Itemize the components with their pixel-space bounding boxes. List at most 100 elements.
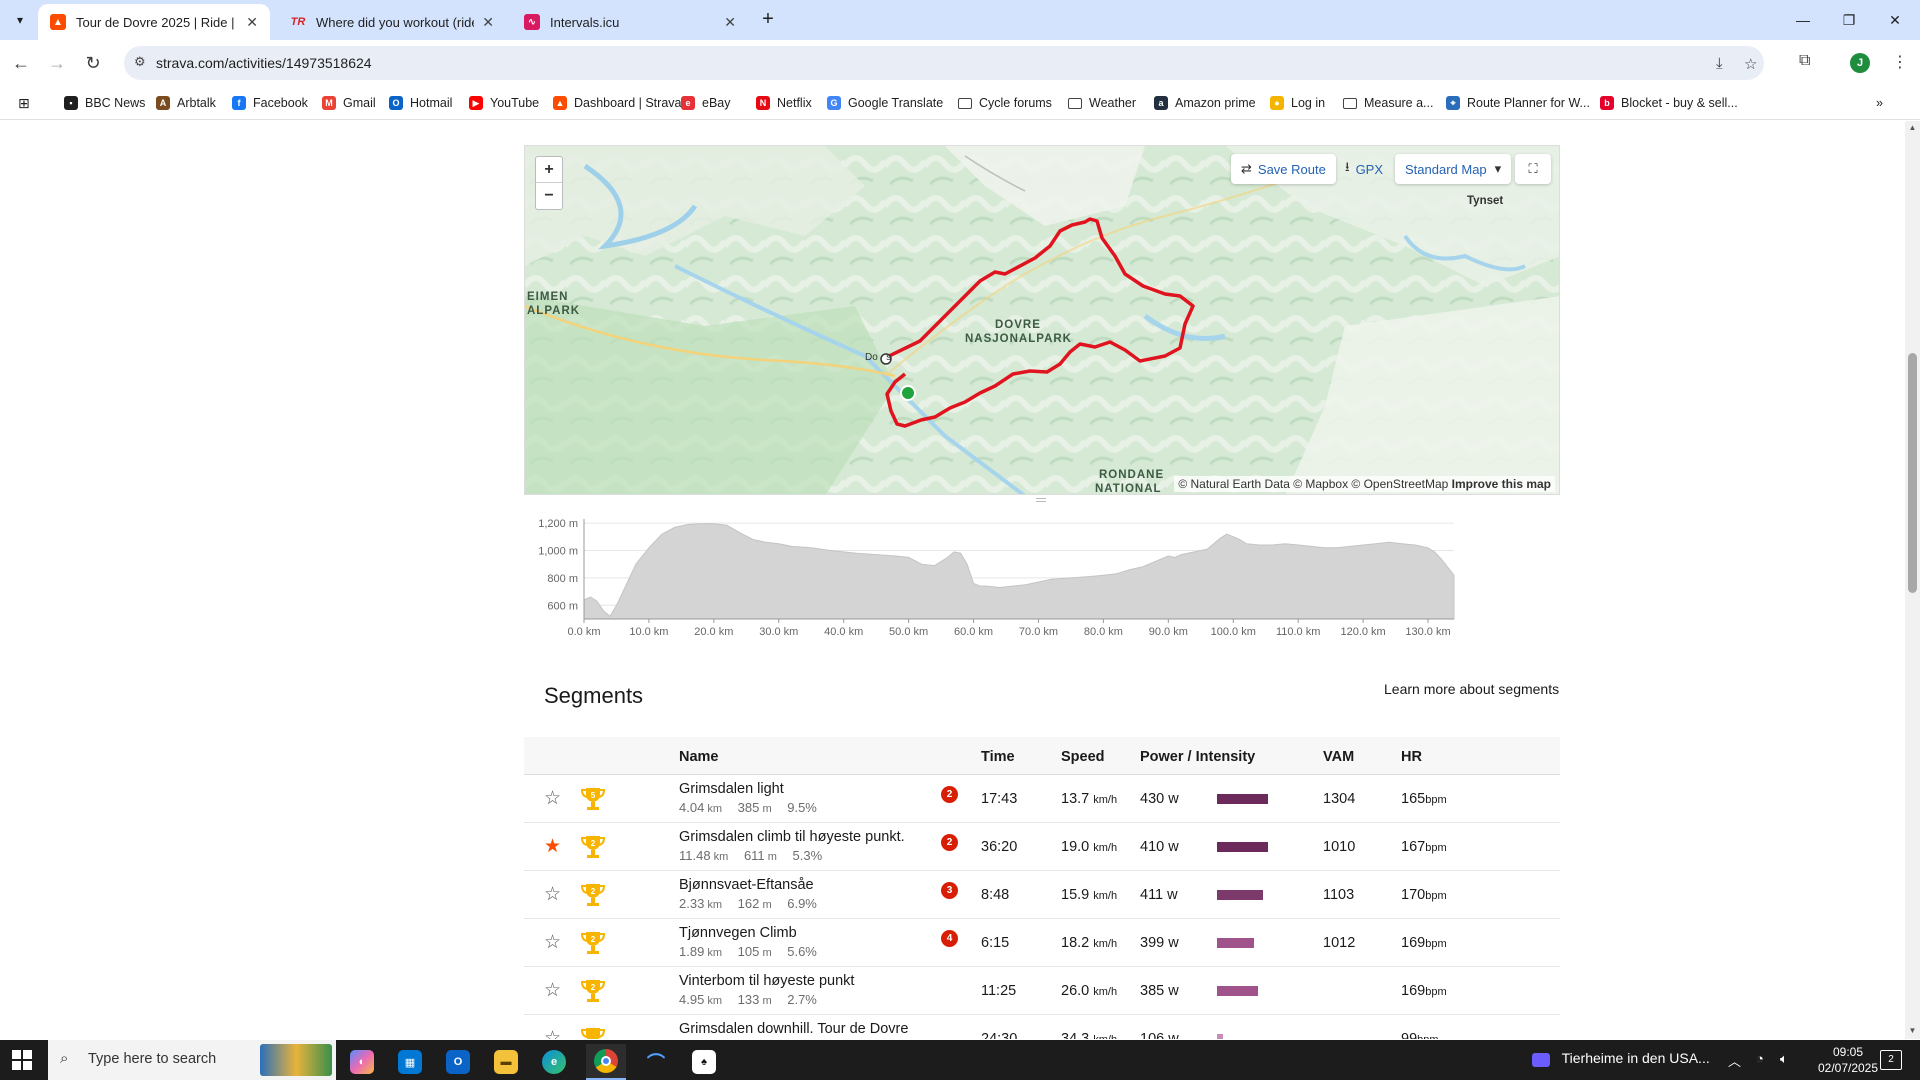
bookmark-item[interactable]: G Google Translate bbox=[827, 93, 943, 113]
header-hr[interactable]: HR bbox=[1401, 749, 1422, 765]
new-tab-plus-icon[interactable]: + bbox=[756, 8, 780, 32]
star-outline-icon[interactable]: ☆ bbox=[544, 883, 561, 906]
reload-icon[interactable]: ↻ bbox=[80, 50, 106, 76]
restore-icon[interactable]: ❐ bbox=[1834, 6, 1864, 34]
bookmark-item[interactable]: M Gmail bbox=[322, 93, 376, 113]
tab-close-icon[interactable]: ✕ bbox=[724, 14, 736, 31]
url-text[interactable]: strava.com/activities/14973518624 bbox=[156, 55, 372, 71]
bookmark-item[interactable]: ▲ Dashboard | Strava bbox=[553, 93, 681, 113]
route-map[interactable]: + − ⇄ Save Route ⭳ GPX Standard Map ▾ ⛶ … bbox=[524, 145, 1560, 495]
notifications-icon[interactable]: 2 bbox=[1880, 1050, 1902, 1070]
bookmark-item[interactable]: ▪ BBC News bbox=[64, 93, 145, 113]
segment-name-link[interactable]: Grimsdalen downhill. Tour de Dovre bbox=[679, 1021, 908, 1037]
bookmarks-overflow-icon[interactable]: » bbox=[1876, 93, 1883, 113]
edge-app-icon[interactable]: e bbox=[534, 1044, 574, 1080]
arc-app-icon[interactable]: ⌒ bbox=[636, 1044, 676, 1080]
save-route-button[interactable]: ⇄ Save Route bbox=[1231, 154, 1336, 184]
segment-row[interactable]: ☆ 2 Bjønnsvaet-Eftansåe 2.33 km 162 m 6.… bbox=[524, 871, 1560, 919]
bookmark-item[interactable]: e eBay bbox=[681, 93, 731, 113]
microsoft-store-app-icon[interactable]: ▦ bbox=[390, 1044, 430, 1080]
scroll-up-icon[interactable]: ▲ bbox=[1908, 123, 1917, 132]
bookmark-item[interactable]: a Amazon prime bbox=[1154, 93, 1256, 113]
tray-chevron-up-icon[interactable]: ︿ bbox=[1728, 1051, 1741, 1070]
profile-avatar[interactable]: J bbox=[1850, 53, 1870, 73]
tab-trainerroad[interactable]: TR Where did you workout (ride, r ✕ bbox=[278, 4, 506, 40]
svg-text:2: 2 bbox=[591, 935, 596, 944]
segment-row[interactable]: ☆ 5 Grimsdalen light 4.04 km 385 m 9.5% … bbox=[524, 775, 1560, 823]
improve-map-link[interactable]: Improve this map bbox=[1452, 477, 1551, 491]
header-speed[interactable]: Speed bbox=[1061, 749, 1105, 765]
copilot-app-icon[interactable]: ◐ bbox=[342, 1044, 382, 1080]
tab-intervals[interactable]: ∿ Intervals.icu ✕ bbox=[512, 4, 748, 40]
menu-kebab-icon[interactable]: ⋮ bbox=[1892, 52, 1908, 72]
segment-name-link[interactable]: Bjønnsvaet-Eftansåe bbox=[679, 877, 814, 893]
bookmark-favicon-icon: N bbox=[756, 96, 770, 110]
bookmark-item[interactable]: Cycle forums bbox=[958, 93, 1052, 113]
segment-row[interactable]: ☆ 2 Tjønnvegen Climb 1.89 km 105 m 5.6% … bbox=[524, 919, 1560, 967]
tab-strava[interactable]: ▲ Tour de Dovre 2025 | Ride | Stra ✕ bbox=[38, 4, 270, 40]
header-power[interactable]: Power / Intensity bbox=[1140, 749, 1255, 765]
scroll-thumb[interactable] bbox=[1908, 353, 1917, 593]
tab-search-chevron-icon[interactable]: ▾ bbox=[8, 8, 32, 32]
forward-arrow-icon[interactable]: → bbox=[44, 50, 70, 76]
segment-name-link[interactable]: Tjønnvegen Climb bbox=[679, 925, 797, 941]
bookmark-item[interactable]: O Hotmail bbox=[389, 93, 452, 113]
fullscreen-button[interactable]: ⛶ bbox=[1515, 154, 1551, 184]
segment-name-link[interactable]: Grimsdalen climb til høyeste punkt. bbox=[679, 829, 905, 845]
map-type-dropdown[interactable]: Standard Map ▾ bbox=[1395, 154, 1512, 184]
bookmark-item[interactable]: A Arbtalk bbox=[156, 93, 216, 113]
bookmark-item[interactable]: f Facebook bbox=[232, 93, 308, 113]
chrome-app-icon[interactable] bbox=[586, 1044, 626, 1080]
zoom-out-button[interactable]: − bbox=[536, 183, 562, 209]
bookmark-item[interactable]: Weather bbox=[1068, 93, 1136, 113]
windows-start-icon[interactable] bbox=[12, 1050, 32, 1070]
header-vam[interactable]: VAM bbox=[1323, 749, 1354, 765]
minimize-icon[interactable]: — bbox=[1788, 6, 1818, 34]
segment-row[interactable]: ★ 2 Grimsdalen climb til høyeste punkt. … bbox=[524, 823, 1560, 871]
star-outline-icon[interactable]: ☆ bbox=[544, 787, 561, 810]
header-name[interactable]: Name bbox=[679, 749, 719, 765]
bookmark-item[interactable]: ⌖ Route Planner for W... bbox=[1446, 93, 1590, 113]
volume-icon[interactable]: 🔈︎ bbox=[1780, 1051, 1788, 1067]
tab-close-icon[interactable]: ✕ bbox=[482, 14, 494, 31]
apps-grid-icon[interactable]: ⊞ bbox=[18, 93, 30, 113]
page-scrollbar[interactable]: ▲ ▼ bbox=[1905, 121, 1920, 1039]
x-tick-label: 120.0 km bbox=[1340, 626, 1385, 638]
media-widget[interactable]: Tierheime in den USA... bbox=[1532, 1050, 1710, 1067]
segment-name-link[interactable]: Grimsdalen light bbox=[679, 781, 784, 797]
outlook-app-icon[interactable]: O bbox=[438, 1044, 478, 1080]
back-arrow-icon[interactable]: ← bbox=[8, 50, 34, 76]
window-close-icon[interactable]: ✕ bbox=[1880, 6, 1910, 34]
star-outline-icon[interactable]: ☆ bbox=[544, 1027, 561, 1039]
bookmark-item[interactable]: ▶ YouTube bbox=[469, 93, 539, 113]
bookmark-item[interactable]: b Blocket - buy & sell... bbox=[1600, 93, 1738, 113]
bookmark-star-icon[interactable]: ☆ bbox=[1744, 55, 1757, 73]
gpx-button[interactable]: ⭳ GPX bbox=[1335, 154, 1393, 184]
taskbar-search-box[interactable]: ⌕ Type here to search bbox=[48, 1040, 336, 1080]
solitaire-app-icon[interactable]: ♠ bbox=[684, 1044, 724, 1080]
star-outline-icon[interactable]: ☆ bbox=[544, 979, 561, 1002]
segment-row[interactable]: ☆ 2 Vinterbom til høyeste punkt 4.95 km … bbox=[524, 967, 1560, 1015]
resize-handle[interactable] bbox=[1036, 497, 1046, 503]
file-explorer-app-icon[interactable]: ▬ bbox=[486, 1044, 526, 1080]
network-icon[interactable]: ◔ bbox=[1756, 1051, 1764, 1066]
star-outline-icon[interactable]: ☆ bbox=[544, 931, 561, 954]
tab-close-icon[interactable]: ✕ bbox=[246, 14, 258, 31]
address-bar[interactable]: ⚙ strava.com/activities/14973518624 ⤓ ☆ bbox=[124, 46, 1764, 80]
zoom-in-button[interactable]: + bbox=[536, 157, 562, 183]
install-app-icon[interactable]: ⤓ bbox=[1716, 55, 1723, 72]
site-info-icon[interactable]: ⚙ bbox=[134, 54, 146, 70]
elevation-chart[interactable]: 600 m 800 m 1,000 m 1,200 m 0.0 km 10.0 km 20.… bbox=[524, 501, 1560, 651]
star-filled-icon[interactable]: ★ bbox=[544, 835, 561, 858]
bookmark-item[interactable]: N Netflix bbox=[756, 93, 812, 113]
learn-more-segments-link[interactable]: Learn more about segments bbox=[1384, 681, 1559, 697]
scroll-down-icon[interactable]: ▼ bbox=[1908, 1026, 1917, 1035]
segment-row[interactable]: ☆ Grimsdalen downhill. Tour de Dovre 24:3… bbox=[524, 1015, 1560, 1039]
bookmark-item[interactable]: Measure a... bbox=[1343, 93, 1433, 113]
header-time[interactable]: Time bbox=[981, 749, 1015, 765]
extensions-puzzle-icon[interactable]: ⧉ bbox=[1799, 52, 1810, 70]
segment-name-link[interactable]: Vinterbom til høyeste punkt bbox=[679, 973, 854, 989]
start-marker[interactable] bbox=[900, 385, 916, 401]
taskbar-clock[interactable]: 09:05 02/07/2025 bbox=[1816, 1044, 1880, 1076]
bookmark-item[interactable]: ● Log in bbox=[1270, 93, 1325, 113]
